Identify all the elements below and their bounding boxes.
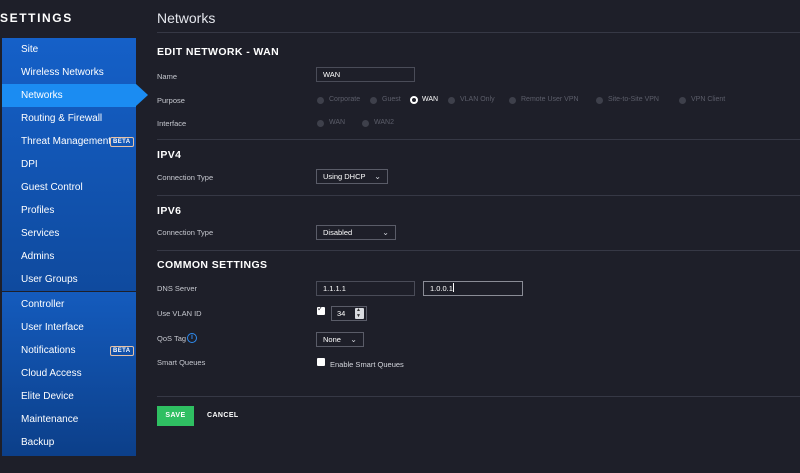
text-caret xyxy=(452,283,454,292)
enable-smart-queues-label: Enable Smart Queues xyxy=(330,360,404,369)
radio-dot xyxy=(317,97,324,104)
ipv4-connection-type-select[interactable]: Using DHCP ⌄ xyxy=(316,169,388,184)
use-vlan-id-checkbox[interactable]: ✓ xyxy=(317,304,325,315)
sidebar-item-guest-control[interactable]: Guest Control xyxy=(2,176,136,199)
sidebar-item-networks-label: Networks xyxy=(21,90,63,101)
sidebar-item-wireless-networks[interactable]: Wireless Networks xyxy=(2,61,136,84)
radio-dot xyxy=(362,120,369,127)
sidebar-item-elite-device[interactable]: Elite Device xyxy=(2,385,136,408)
ipv4-title: IPV4 xyxy=(157,149,182,161)
smart-queues-label: Smart Queues xyxy=(157,358,206,367)
interface-label: Interface xyxy=(157,119,187,128)
purpose-label: Purpose xyxy=(157,96,185,105)
radio-dot xyxy=(448,97,455,104)
radio-dot xyxy=(410,96,418,104)
divider xyxy=(157,250,800,251)
common-settings-title: COMMON SETTINGS xyxy=(157,259,268,271)
dns-server-2-value: 1.0.0.1 xyxy=(430,284,453,293)
divider xyxy=(157,195,800,196)
divider xyxy=(157,396,800,397)
sidebar-item-backup[interactable]: Backup xyxy=(2,431,136,454)
dns-server-1-input[interactable]: 1.1.1.1 xyxy=(316,281,415,296)
use-vlan-id-label: Use VLAN ID xyxy=(157,309,202,318)
sidebar: SETTINGS Site Wireless Networks Networks… xyxy=(0,0,148,473)
sidebar-item-controller[interactable]: Controller xyxy=(2,293,136,316)
qos-tag-select[interactable]: None ⌄ xyxy=(316,332,364,347)
ipv6-connection-type-label: Connection Type xyxy=(157,228,214,237)
divider xyxy=(157,139,800,140)
radio-dot xyxy=(370,97,377,104)
arrow-down-icon: ▼ xyxy=(356,313,361,319)
chevron-down-icon: ⌄ xyxy=(350,335,357,344)
stepper-arrows-icon[interactable]: ▲ ▼ xyxy=(355,308,364,319)
radio-dot xyxy=(596,97,603,104)
sidebar-item-maintenance[interactable]: Maintenance xyxy=(2,408,136,431)
sidebar-item-cloud-access[interactable]: Cloud Access xyxy=(2,362,136,385)
ipv6-connection-type-value: Disabled xyxy=(323,228,353,237)
sidebar-item-threat-management[interactable]: Threat Management BETA xyxy=(2,130,136,153)
qos-tag-value: None xyxy=(323,335,341,344)
sidebar-group-controller: Controller User Interface Notifications … xyxy=(2,292,136,456)
name-input[interactable]: WAN xyxy=(316,67,415,82)
qos-tag-label: QoS Tag xyxy=(157,334,187,343)
sidebar-item-notifications-label: Notifications xyxy=(21,345,76,356)
sidebar-item-networks[interactable]: Networks xyxy=(2,84,148,107)
cancel-button[interactable]: CANCEL xyxy=(207,406,239,426)
sidebar-item-threat-management-label: Threat Management xyxy=(21,136,112,147)
sidebar-item-user-interface[interactable]: User Interface xyxy=(2,316,136,339)
vlan-id-value: 34 xyxy=(337,309,346,318)
sidebar-item-profiles[interactable]: Profiles xyxy=(2,199,136,222)
ipv6-title: IPV6 xyxy=(157,205,182,217)
ipv4-connection-type-label: Connection Type xyxy=(157,173,214,182)
save-button[interactable]: SAVE xyxy=(157,406,194,426)
sidebar-item-notifications[interactable]: Notifications BETA xyxy=(2,339,136,362)
radio-dot xyxy=(509,97,516,104)
beta-badge: BETA xyxy=(110,137,134,147)
sidebar-group-site: Site Wireless Networks Networks Routing … xyxy=(2,38,148,291)
sidebar-item-services[interactable]: Services xyxy=(2,222,136,245)
ipv4-connection-type-value: Using DHCP xyxy=(323,172,366,181)
sidebar-item-dpi[interactable]: DPI xyxy=(2,153,136,176)
name-label: Name xyxy=(157,72,178,81)
sidebar-item-site[interactable]: Site xyxy=(2,38,136,61)
sidebar-item-admins[interactable]: Admins xyxy=(2,245,136,268)
radio-dot xyxy=(679,97,686,104)
sidebar-item-routing-firewall[interactable]: Routing & Firewall xyxy=(2,107,136,130)
smart-queues-checkbox[interactable] xyxy=(317,358,325,366)
checkmark-icon: ✓ xyxy=(317,304,324,313)
sidebar-item-user-groups[interactable]: User Groups xyxy=(2,268,136,291)
chevron-down-icon: ⌄ xyxy=(374,172,381,181)
main-panel: Networks EDIT NETWORK - WAN Name WAN Pur… xyxy=(157,0,800,473)
dns-server-label: DNS Server xyxy=(157,284,198,293)
sidebar-title: SETTINGS xyxy=(0,11,73,25)
ipv6-connection-type-select[interactable]: Disabled ⌄ xyxy=(316,225,396,240)
page-title: Networks xyxy=(157,10,216,26)
chevron-down-icon: ⌄ xyxy=(382,228,389,237)
divider xyxy=(157,32,800,33)
dns-server-2-input[interactable]: 1.0.0.1 xyxy=(423,281,523,296)
vlan-id-stepper[interactable]: 34 ▲ ▼ xyxy=(331,306,367,321)
beta-badge: BETA xyxy=(110,346,134,356)
info-icon[interactable]: i xyxy=(187,333,197,343)
radio-dot xyxy=(317,120,324,127)
active-indicator-arrow xyxy=(136,84,148,106)
edit-network-title: EDIT NETWORK - WAN xyxy=(157,46,280,58)
